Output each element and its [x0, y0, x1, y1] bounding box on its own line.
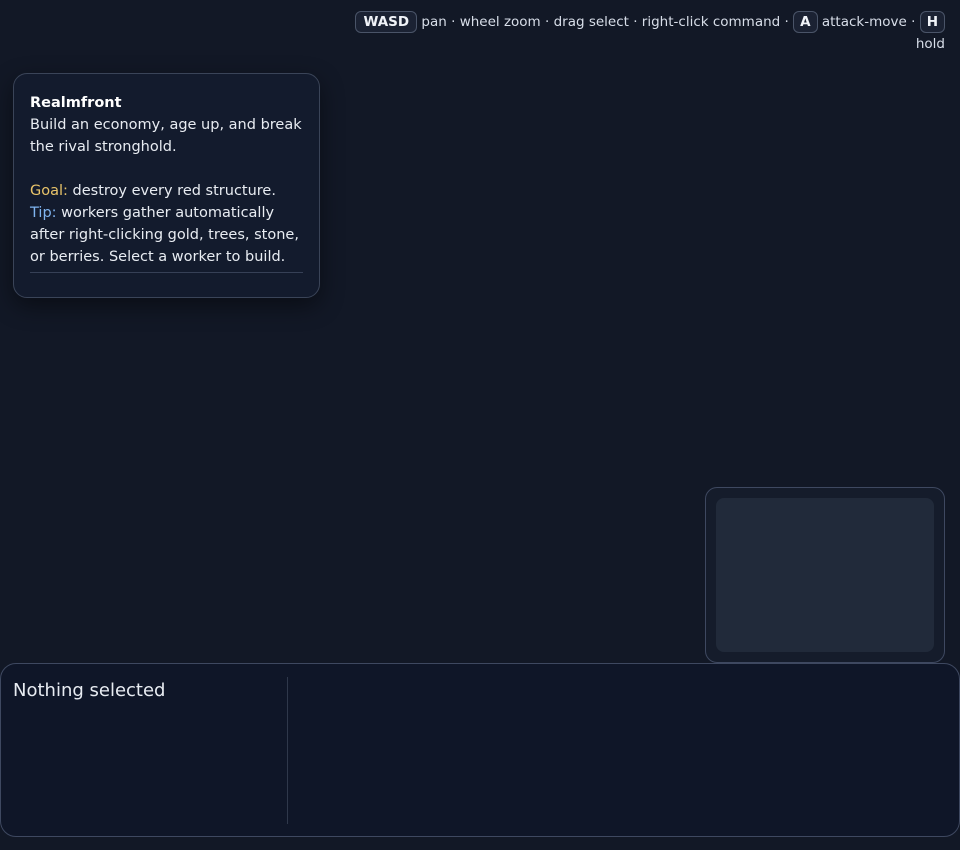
goal-text: destroy every red structure.: [67, 183, 276, 199]
goal-line: Goal: destroy every red structure.: [30, 180, 303, 202]
tip-label: Tip:: [30, 205, 57, 221]
goal-label: Goal:: [30, 183, 68, 199]
controls-hint: WASD pan · wheel zoom · drag select · ri…: [345, 11, 945, 55]
panel-divider: [30, 272, 303, 273]
command-area: [289, 664, 959, 836]
game-intro: Build an economy, age up, and break the …: [30, 117, 302, 155]
selection-info: Nothing selected: [1, 664, 288, 836]
objective-panel: Realmfront Build an economy, age up, and…: [13, 73, 320, 298]
game-title: Realmfront: [30, 95, 122, 111]
selection-title: Nothing selected: [13, 680, 166, 701]
key-attack-move: A: [793, 11, 818, 33]
tip-text: workers gather automatically after right…: [30, 205, 299, 265]
minimap[interactable]: [705, 487, 945, 663]
minimap-canvas[interactable]: [716, 498, 934, 652]
hint-text-attack: attack-move ·: [817, 14, 920, 30]
game-screen[interactable]: WASD pan · wheel zoom · drag select · ri…: [0, 0, 960, 850]
hint-text-main: pan · wheel zoom · drag select · right-c…: [417, 14, 794, 30]
selection-panel: Nothing selected: [0, 663, 960, 837]
selection-divider: [287, 677, 288, 824]
tip-line: Tip: workers gather automatically after …: [30, 202, 303, 268]
key-wasd: WASD: [355, 11, 418, 33]
key-hold: H: [919, 11, 945, 33]
hint-text-hold: hold: [915, 36, 945, 52]
